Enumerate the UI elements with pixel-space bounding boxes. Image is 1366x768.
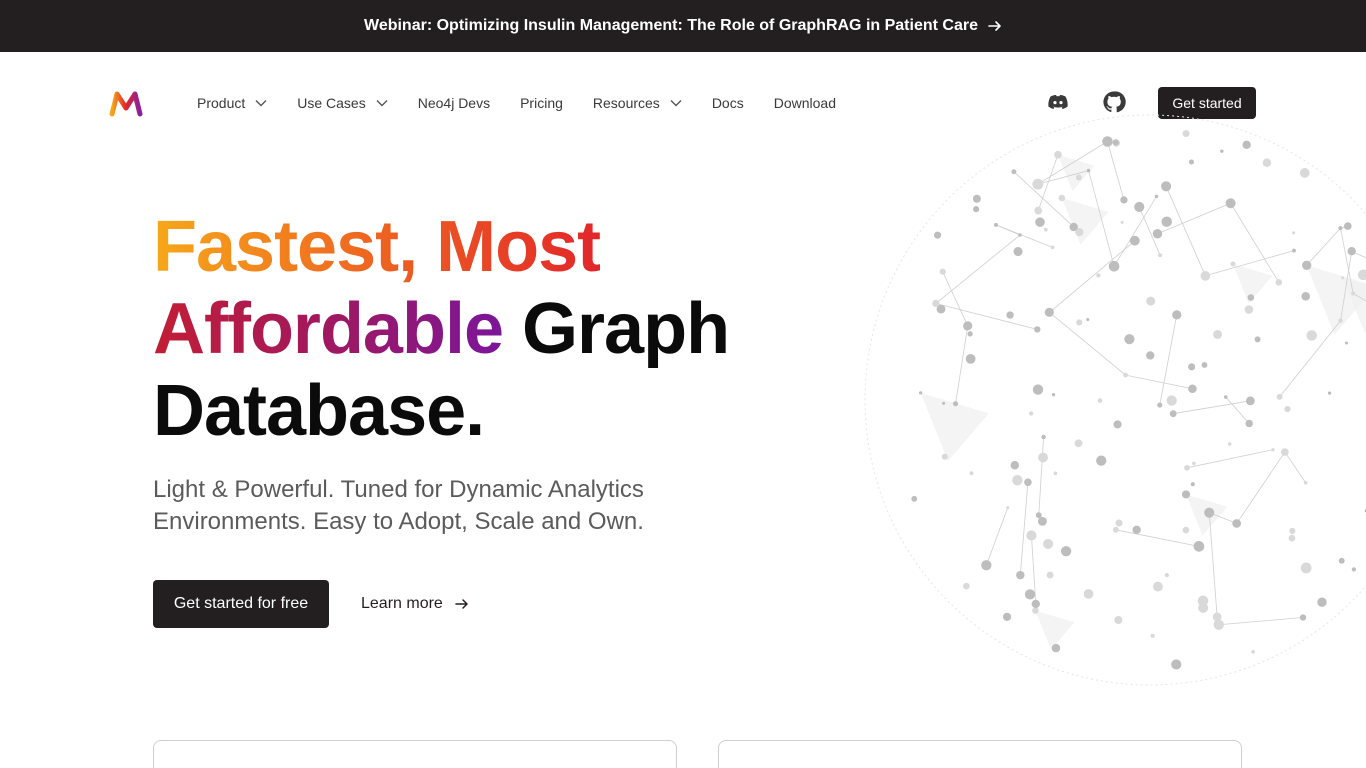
hero-title: Fastest, Most Affordable Graph Database. bbox=[153, 206, 833, 452]
learn-more-link[interactable]: Learn more bbox=[361, 592, 469, 616]
announcement-banner[interactable]: Webinar: Optimizing Insulin Management: … bbox=[0, 0, 1366, 52]
hero-title-database: Database. bbox=[153, 371, 485, 451]
nav-item-label: Resources bbox=[592, 95, 660, 111]
nav-item-label: Docs bbox=[711, 95, 744, 111]
hero-title-affordable: Affordable bbox=[153, 289, 504, 369]
nav-item-neo4j-devs[interactable]: Neo4j Devs bbox=[418, 92, 490, 114]
nav-item-label: Pricing bbox=[520, 95, 563, 111]
hero-title-graph: Graph bbox=[522, 289, 730, 369]
nav-item-label: Neo4j Devs bbox=[417, 95, 491, 111]
nav-item-product[interactable]: Product bbox=[197, 92, 267, 114]
feature-card[interactable] bbox=[718, 740, 1242, 768]
network-globe-illustration bbox=[820, 110, 1366, 690]
nav-menu: Product Use Cases Neo4j Devs Pricing Res… bbox=[197, 92, 866, 114]
arrow-right-icon bbox=[988, 19, 1002, 33]
nav-item-label: Product bbox=[197, 95, 246, 111]
nav-item-resources[interactable]: Resources bbox=[593, 92, 682, 114]
nav-item-label: Download bbox=[773, 95, 836, 111]
banner-text: Webinar: Optimizing Insulin Management: … bbox=[364, 17, 978, 34]
nav-item-label: Use Cases bbox=[297, 95, 366, 111]
nav-item-pricing[interactable]: Pricing bbox=[520, 92, 563, 114]
memgraph-logo-icon[interactable] bbox=[108, 88, 144, 118]
chevron-down-icon bbox=[376, 99, 388, 107]
nav-item-docs[interactable]: Docs bbox=[712, 92, 744, 114]
chevron-down-icon bbox=[255, 99, 267, 107]
nav-item-use-cases[interactable]: Use Cases bbox=[297, 92, 388, 114]
hero-subtitle: Light & Powerful. Tuned for Dynamic Anal… bbox=[153, 476, 644, 535]
get-started-free-button[interactable]: Get started for free bbox=[153, 580, 329, 628]
learn-more-label: Learn more bbox=[361, 595, 443, 612]
hero-title-fastest: Fastest, Most bbox=[153, 207, 601, 287]
feature-card[interactable] bbox=[153, 740, 677, 768]
arrow-right-icon bbox=[455, 597, 469, 611]
chevron-down-icon bbox=[670, 99, 682, 107]
